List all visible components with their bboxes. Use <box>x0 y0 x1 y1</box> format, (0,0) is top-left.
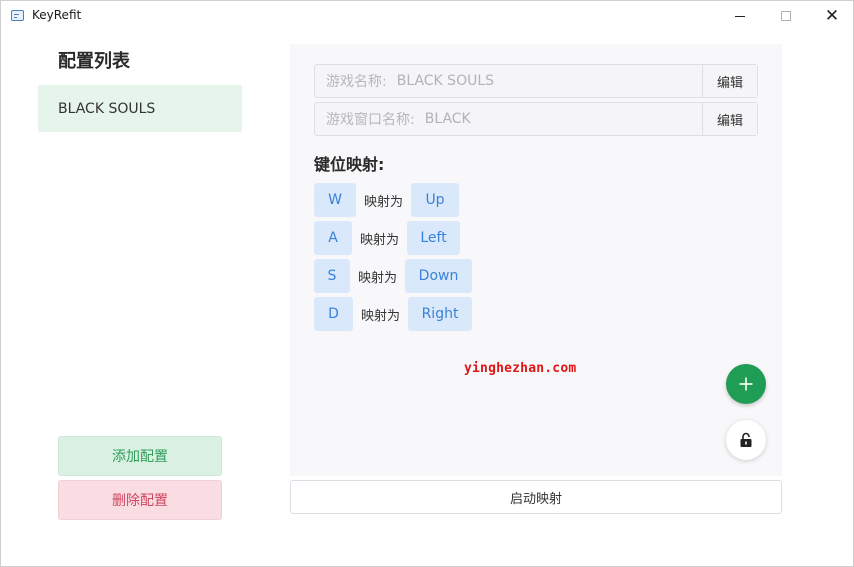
maximize-icon <box>781 11 791 21</box>
start-mapping-button[interactable]: 启动映射 <box>290 480 782 514</box>
game-name-label: 游戏名称: <box>326 74 387 90</box>
minimize-icon <box>735 15 745 17</box>
lock-toggle-button[interactable] <box>726 420 766 460</box>
target-key-button[interactable]: Up <box>411 183 460 217</box>
plus-icon <box>739 377 753 391</box>
add-profile-button[interactable]: 添加配置 <box>58 436 222 476</box>
close-button[interactable]: ✕ <box>809 1 854 31</box>
key-mapping-row: D 映射为 Right <box>314 297 473 331</box>
source-key-button[interactable]: S <box>314 259 350 293</box>
keyboard-icon <box>11 10 24 21</box>
game-name-input[interactable]: 游戏名称: BLACK SOULS <box>315 65 702 97</box>
title-bar[interactable]: KeyRefit ✕ <box>1 1 853 31</box>
add-mapping-button[interactable] <box>726 364 766 404</box>
source-key-button[interactable]: W <box>314 183 356 217</box>
app-window: KeyRefit ✕ 配置列表 BLACK SOULS 添加配置 删除配置 游戏… <box>0 0 854 567</box>
profile-item-black-souls[interactable]: BLACK SOULS <box>38 85 242 132</box>
delete-profile-button[interactable]: 删除配置 <box>58 480 222 520</box>
mapping-connector: 映射为 <box>364 194 404 210</box>
profile-detail-panel: 游戏名称: BLACK SOULS 编辑 游戏窗口名称: BLACK 编辑 键位… <box>290 44 782 476</box>
target-key-button[interactable]: Right <box>408 297 473 331</box>
window-name-field-row: 游戏窗口名称: BLACK 编辑 <box>314 102 758 136</box>
key-mapping-row: S 映射为 Down <box>314 259 473 293</box>
sidebar-title: 配置列表 <box>58 51 130 72</box>
mapping-connector: 映射为 <box>361 308 401 324</box>
key-mapping-row: A 映射为 Left <box>314 221 461 255</box>
mapping-connector: 映射为 <box>360 232 400 248</box>
watermark-text: yinghezhan.com <box>464 361 577 376</box>
window-title: KeyRefit <box>32 8 82 22</box>
profile-item-label: BLACK SOULS <box>58 100 156 117</box>
target-key-button[interactable]: Down <box>405 259 473 293</box>
window-name-value: BLACK <box>424 111 471 127</box>
key-mapping-title: 键位映射: <box>314 155 385 174</box>
game-name-value: BLACK SOULS <box>396 73 495 89</box>
window-name-label: 游戏窗口名称: <box>326 112 415 128</box>
target-key-button[interactable]: Left <box>407 221 461 255</box>
key-mapping-row: W 映射为 Up <box>314 183 460 217</box>
close-icon: ✕ <box>824 5 840 26</box>
mapping-connector: 映射为 <box>358 270 398 286</box>
source-key-button[interactable]: D <box>314 297 353 331</box>
unlock-icon <box>740 432 752 447</box>
edit-window-name-button[interactable]: 编辑 <box>702 103 757 135</box>
edit-game-name-button[interactable]: 编辑 <box>702 65 757 97</box>
maximize-button[interactable] <box>763 1 809 31</box>
window-name-input[interactable]: 游戏窗口名称: BLACK <box>315 103 702 135</box>
source-key-button[interactable]: A <box>314 221 352 255</box>
minimize-button[interactable] <box>717 1 763 31</box>
game-name-field-row: 游戏名称: BLACK SOULS 编辑 <box>314 64 758 98</box>
